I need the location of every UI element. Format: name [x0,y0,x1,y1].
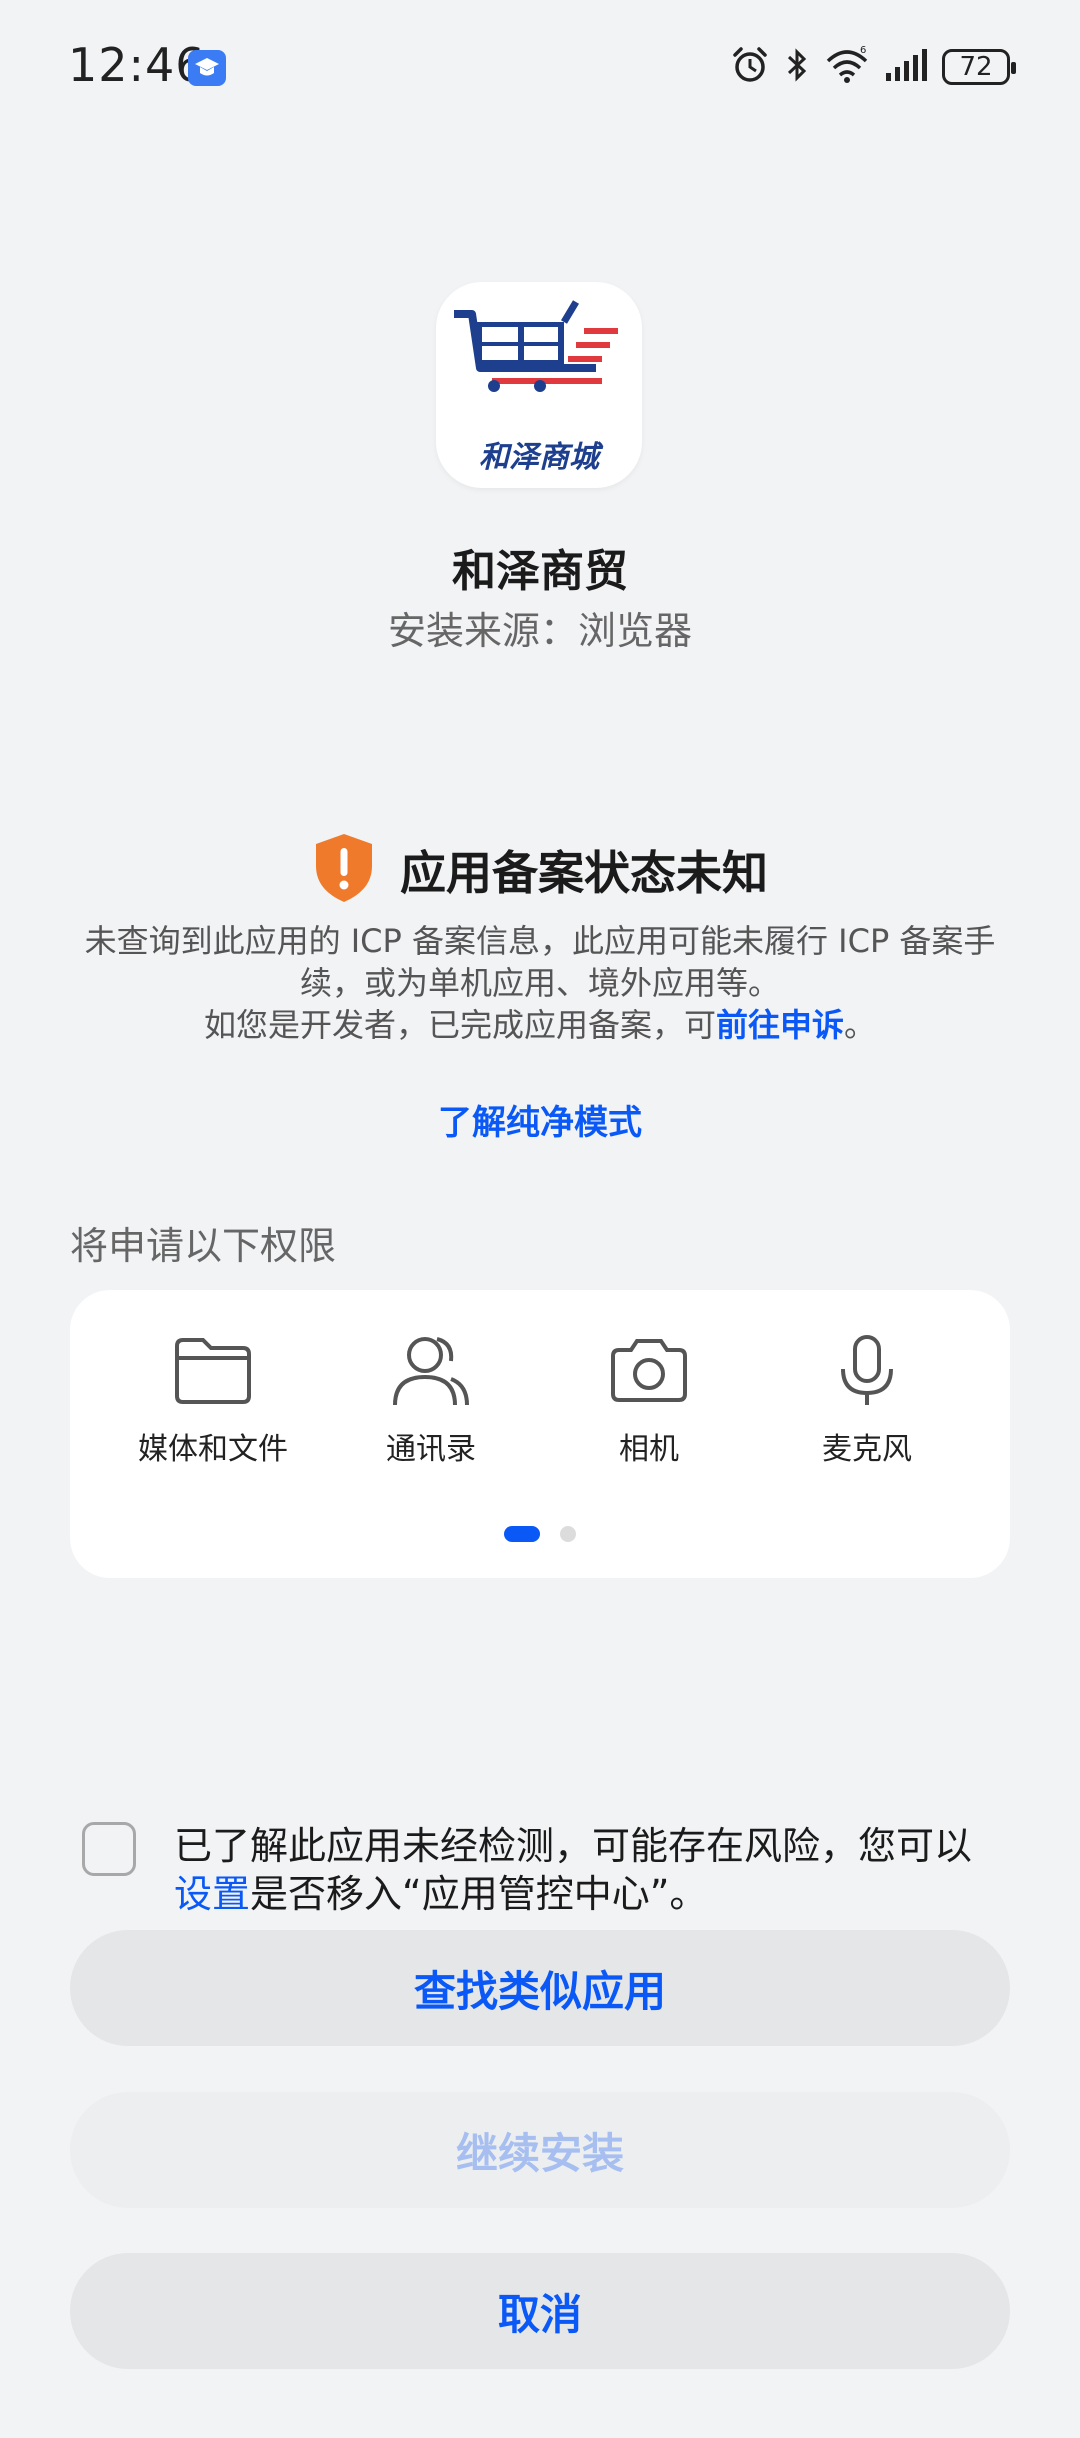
page-dot[interactable] [560,1526,576,1542]
camera-icon [607,1330,691,1412]
appeal-link[interactable]: 前往申诉 [716,1006,844,1044]
risk-consent-checkbox[interactable] [82,1822,136,1876]
wifi-icon: 6 [824,45,870,89]
filing-status-title: 应用备案状态未知 [400,846,768,900]
app-icon-label: 和泽商城 [479,440,599,475]
find-similar-apps-button[interactable]: 查找类似应用 [70,1930,1010,2046]
permissions-carousel[interactable]: 媒体和文件 通讯录 相机 麦克风 [70,1290,1010,1578]
battery-level: 72 [959,52,993,82]
permission-label: 麦克风 [822,1432,912,1467]
permission-camera: 相机 [540,1330,758,1468]
filing-desc-prefix: 如您是开发者，已完成应用备案，可 [203,1006,716,1044]
filing-status-description: 未查询到此应用的 ICP 备案信息，此应用可能未履行 ICP 备案手续，或为单机… [70,920,1010,1046]
permission-media-files: 媒体和文件 [104,1330,322,1468]
install-source: 安装来源：浏览器 [387,609,692,653]
contacts-icon [389,1330,473,1412]
permission-contacts: 通讯录 [322,1330,540,1468]
page-dot-active [504,1526,540,1542]
app-name: 和泽商贸 [452,546,628,597]
cancel-button[interactable]: 取消 [70,2253,1010,2369]
alarm-icon [730,45,770,89]
filing-desc-suffix: 。 [844,1006,877,1044]
filing-desc-line1: 未查询到此应用的 ICP 备案信息，此应用可能未履行 ICP 备案手续，或为单机… [84,922,996,1002]
filing-status-header: 应用备案状态未知 [0,832,1080,908]
folder-icon [171,1330,255,1412]
continue-install-button[interactable]: 继续安装 [70,2092,1010,2208]
battery-indicator: 72 [942,49,1016,85]
status-icons: 6 72 [730,44,1016,90]
app-icon: 和泽商城 [436,282,642,488]
warning-shield-icon [312,832,376,908]
permission-microphone: 麦克风 [758,1330,976,1468]
consent-prefix: 已了解此应用未经检测，可能存在风险，您可以 [174,1824,973,1868]
settings-link[interactable]: 设置 [174,1872,250,1916]
permission-label: 通讯录 [386,1432,476,1467]
permission-label: 相机 [619,1432,679,1467]
page-indicator [70,1526,1010,1542]
permissions-title: 将申请以下权限 [70,1224,337,1268]
signal-icon [884,45,928,89]
permission-label: 媒体和文件 [138,1432,288,1467]
microphone-icon [835,1330,899,1412]
status-time: 12:46 [68,38,206,92]
bluetooth-icon [784,45,810,89]
status-bar: 12:46 6 72 [0,0,1080,130]
learn-pure-mode-link[interactable]: 了解纯净模式 [0,1095,1080,1144]
risk-consent-text: 已了解此应用未经检测，可能存在风险，您可以设置是否移入“应用管控中心”。 [174,1822,1010,1918]
svg-text:6: 6 [860,45,866,56]
education-app-icon [188,50,226,86]
consent-suffix: 是否移入“应用管控中心”。 [250,1872,708,1916]
